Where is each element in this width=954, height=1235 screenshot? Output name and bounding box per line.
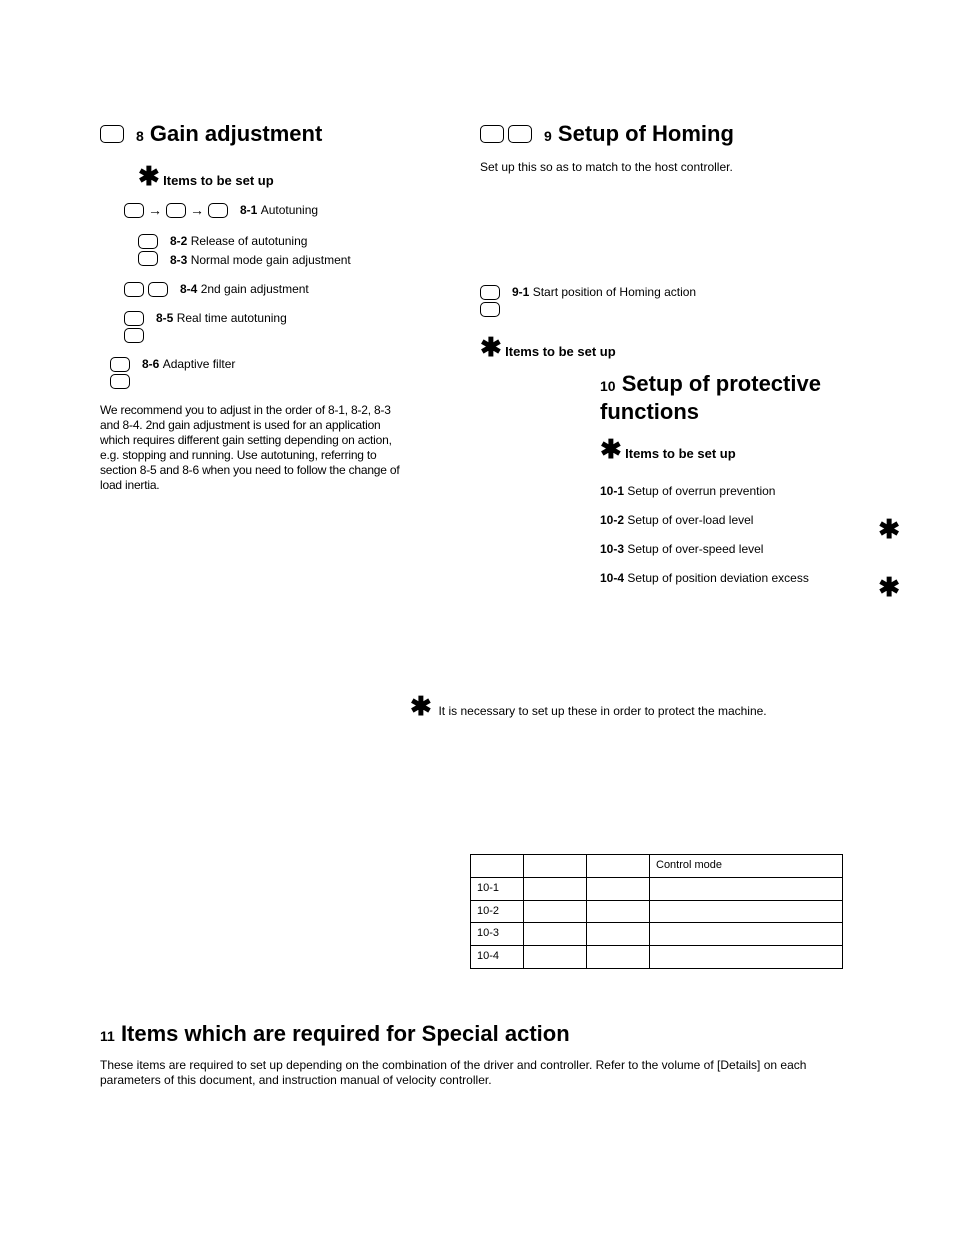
section-9-title: 9 Setup of Homing bbox=[544, 120, 734, 148]
star-icon: ✱ bbox=[878, 571, 900, 604]
vpair-icon bbox=[138, 234, 158, 266]
vpair-icon bbox=[124, 311, 144, 343]
item-8-5: 8-5 Real time autotuning bbox=[124, 311, 410, 343]
item-8-6: 8-6 Adaptive filter bbox=[110, 357, 410, 389]
section-10-note: ✱ Items to be set up bbox=[600, 433, 900, 466]
vpair-icon bbox=[480, 285, 500, 317]
section-10-note-body: It is necessary to set up these in order… bbox=[438, 704, 766, 718]
section-8-header: 8 Gain adjustment bbox=[100, 120, 410, 148]
item-8-2-3: 8-2 Release of autotuning 8-3 Normal mod… bbox=[138, 234, 410, 268]
item-10-4: 10-4 Setup of position deviation excess … bbox=[600, 571, 900, 586]
star-icon: ✱ bbox=[878, 513, 900, 546]
section-8-note: We recommend you to adjust in the order … bbox=[100, 403, 410, 493]
control-mode-table: Control mode 10-1 10-2 10-3 10-4 bbox=[470, 854, 843, 969]
item-10-2: 10-2 Setup of over-load level ✱ bbox=[600, 513, 900, 528]
star-icon: ✱ bbox=[138, 160, 160, 193]
section-10-title: 10 Setup of protective functions bbox=[600, 370, 900, 425]
section-11-title: 11 Items which are required for Special … bbox=[100, 1020, 860, 1048]
star-icon: ✱ bbox=[410, 690, 432, 723]
box-icon bbox=[100, 125, 124, 143]
vpair-icon bbox=[110, 357, 130, 389]
star-icon: ✱ bbox=[600, 433, 622, 466]
double-box-icon bbox=[124, 282, 168, 297]
item-8-1: →→ 8-1 Autotuning bbox=[124, 202, 410, 220]
section-9-note: Set up this so as to match to the host c… bbox=[480, 160, 840, 175]
chain-icon: →→ bbox=[124, 202, 228, 220]
section-9-header: 9 Setup of Homing bbox=[480, 120, 840, 148]
item-10-1: 10-1 Setup of overrun prevention bbox=[600, 484, 900, 499]
star-icon: ✱ bbox=[480, 331, 502, 364]
section-9-subtitle: ✱ Items to be set up bbox=[480, 331, 840, 364]
item-10-3: 10-3 Setup of over-speed level bbox=[600, 542, 900, 557]
section-11-desc: These items are required to set up depen… bbox=[100, 1058, 820, 1088]
item-9-1: 9-1 Start position of Homing action bbox=[480, 285, 840, 317]
section-8-title: 8 Gain adjustment bbox=[136, 120, 322, 148]
double-box-icon bbox=[480, 125, 532, 143]
section-8-subtitle: ✱ Items to be set up bbox=[138, 160, 410, 193]
item-8-4: 8-4 2nd gain adjustment bbox=[124, 282, 410, 297]
